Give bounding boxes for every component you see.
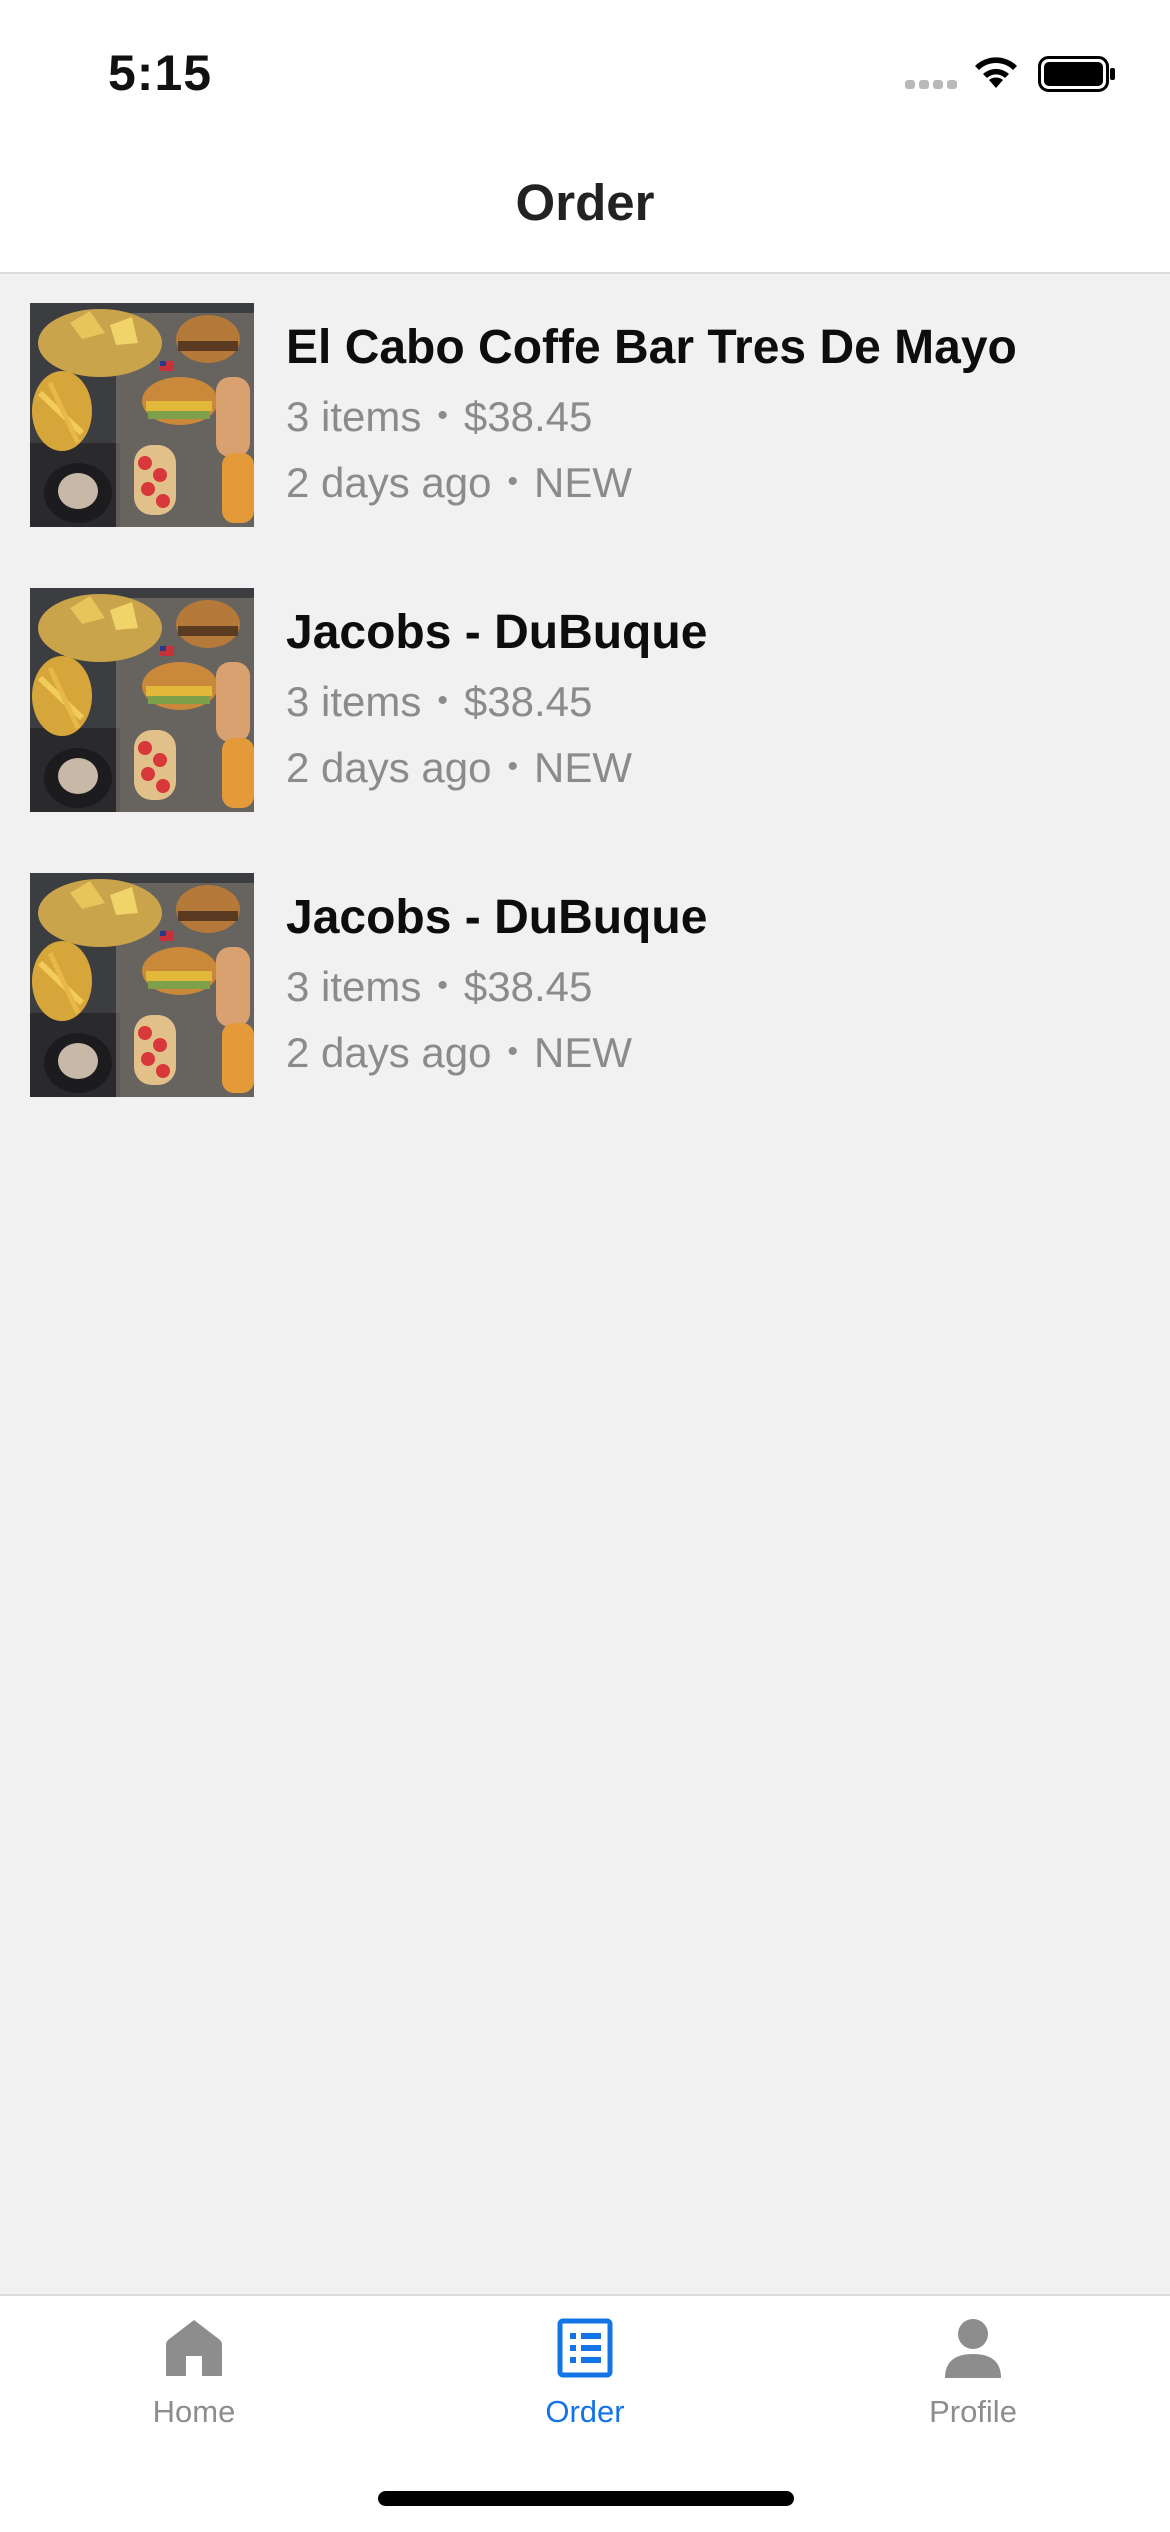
order-item[interactable]: Jacobs - DuBuque 3 items • $38.45 2 days a… bbox=[0, 846, 1170, 1131]
order-price: $38.45 bbox=[463, 393, 593, 440]
order-status: NEW bbox=[534, 1029, 633, 1076]
order-item[interactable]: El Cabo Coffe Bar Tres De Mayo 3 items • $… bbox=[0, 276, 1170, 561]
tab-home-label: Home bbox=[152, 2394, 236, 2429]
status-time: 5:15 bbox=[108, 45, 213, 101]
tab-order-label: Order bbox=[545, 2394, 625, 2429]
order-thumbnail bbox=[30, 873, 254, 1097]
order-screen: 5:15 Order El Cabo Coffe Bar Tres De May… bbox=[0, 0, 1170, 2532]
separator-dot: • bbox=[437, 968, 448, 1002]
battery-icon bbox=[1038, 56, 1115, 92]
order-summary: 3 items • $38.45 bbox=[286, 393, 592, 441]
status-bar: 5:15 bbox=[0, 0, 1170, 140]
order-status-line: 2 days ago • NEW bbox=[286, 1029, 632, 1077]
order-item[interactable]: Jacobs - DuBuque 3 items • $38.45 2 days a… bbox=[0, 561, 1170, 846]
order-time-ago: 2 days ago bbox=[286, 744, 492, 791]
separator-dot: • bbox=[437, 398, 448, 432]
separator-dot: • bbox=[507, 1034, 519, 1068]
order-status-line: 2 days ago • NEW bbox=[286, 459, 632, 507]
order-item-count: 3 items bbox=[286, 678, 422, 725]
signal-dots-icon bbox=[905, 80, 957, 89]
nav-bar: Order bbox=[0, 140, 1170, 274]
wifi-icon bbox=[975, 57, 1017, 88]
order-price: $38.45 bbox=[463, 678, 593, 725]
order-time-ago: 2 days ago bbox=[286, 1029, 492, 1076]
tab-home[interactable]: Home bbox=[74, 2316, 314, 2456]
order-thumbnail bbox=[30, 588, 254, 812]
order-price: $38.45 bbox=[463, 963, 593, 1010]
page-title: Order bbox=[515, 173, 655, 231]
order-list: El Cabo Coffe Bar Tres De Mayo 3 items • $… bbox=[0, 276, 1170, 1131]
home-icon bbox=[166, 2320, 222, 2376]
order-status-line: 2 days ago • NEW bbox=[286, 744, 632, 792]
order-time-ago: 2 days ago bbox=[286, 459, 492, 506]
order-item-count: 3 items bbox=[286, 393, 422, 440]
order-status: NEW bbox=[534, 744, 633, 791]
list-icon bbox=[557, 2318, 613, 2378]
home-indicator bbox=[378, 2491, 794, 2506]
order-item-count: 3 items bbox=[286, 963, 422, 1010]
order-thumbnail bbox=[30, 303, 254, 527]
person-icon bbox=[945, 2319, 1001, 2378]
separator-dot: • bbox=[507, 464, 519, 498]
tab-order[interactable]: Order bbox=[465, 2316, 705, 2456]
order-restaurant-name: Jacobs - DuBuque bbox=[286, 606, 708, 659]
tab-profile-label: Profile bbox=[929, 2394, 1017, 2429]
order-summary: 3 items • $38.45 bbox=[286, 963, 592, 1011]
order-summary: 3 items • $38.45 bbox=[286, 678, 592, 726]
order-restaurant-name: Jacobs - DuBuque bbox=[286, 891, 708, 944]
separator-dot: • bbox=[437, 683, 448, 717]
tab-profile[interactable]: Profile bbox=[853, 2316, 1093, 2456]
separator-dot: • bbox=[507, 749, 519, 783]
order-status: NEW bbox=[534, 459, 633, 506]
order-restaurant-name: El Cabo Coffe Bar Tres De Mayo bbox=[286, 321, 1017, 374]
